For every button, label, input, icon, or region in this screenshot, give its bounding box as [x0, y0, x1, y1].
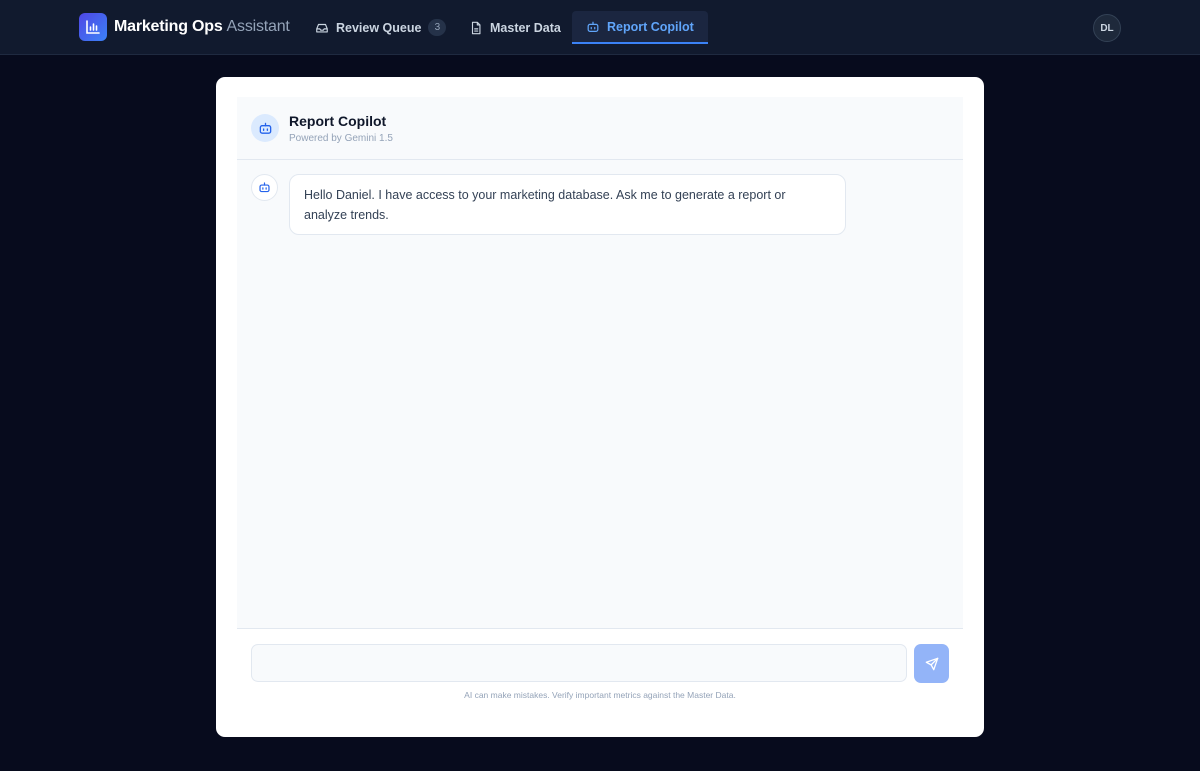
chat-header: Report Copilot Powered by Gemini 1.5 — [237, 97, 963, 160]
user-avatar[interactable]: DL — [1093, 14, 1121, 42]
chat-title: Report Copilot — [289, 113, 387, 129]
bar-chart-icon — [79, 13, 107, 41]
file-icon — [471, 21, 481, 34]
tab-master-data-label: Master Data — [490, 20, 561, 35]
top-nav-bar: Marketing Ops Assistant Review Queue 3 Ma… — [0, 0, 1200, 55]
brand-name: Marketing Ops Assistant — [114, 18, 290, 36]
tab-master-data[interactable]: Master Data — [455, 11, 575, 44]
chat-panel: Report Copilot Powered by Gemini 1.5 Hel… — [237, 97, 963, 628]
copilot-card: Report Copilot Powered by Gemini 1.5 Hel… — [216, 77, 984, 737]
assistant-message: Hello Daniel. I have access to your mark… — [289, 174, 846, 235]
send-button[interactable] — [914, 644, 949, 683]
tab-review-queue[interactable]: Review Queue 3 — [301, 11, 460, 44]
bot-icon — [251, 114, 279, 142]
tab-report-copilot-label: Report Copilot — [607, 19, 694, 34]
send-icon — [925, 657, 938, 670]
bot-icon — [587, 21, 599, 32]
brand[interactable]: Marketing Ops Assistant — [79, 13, 290, 41]
chat-subtitle: Powered by Gemini 1.5 — [289, 133, 393, 144]
ai-disclaimer: AI can make mistakes. Verify important m… — [464, 690, 736, 700]
tab-report-copilot[interactable]: Report Copilot — [572, 11, 708, 44]
review-queue-count-badge: 3 — [428, 19, 447, 36]
chat-input-area: AI can make mistakes. Verify important m… — [237, 628, 963, 737]
bot-icon — [251, 174, 278, 201]
tab-review-queue-label: Review Queue — [336, 20, 422, 35]
brand-name-strong: Marketing Ops — [114, 18, 223, 35]
inbox-icon — [316, 23, 328, 33]
chat-input[interactable] — [251, 644, 907, 682]
brand-name-light: Assistant — [226, 18, 290, 35]
